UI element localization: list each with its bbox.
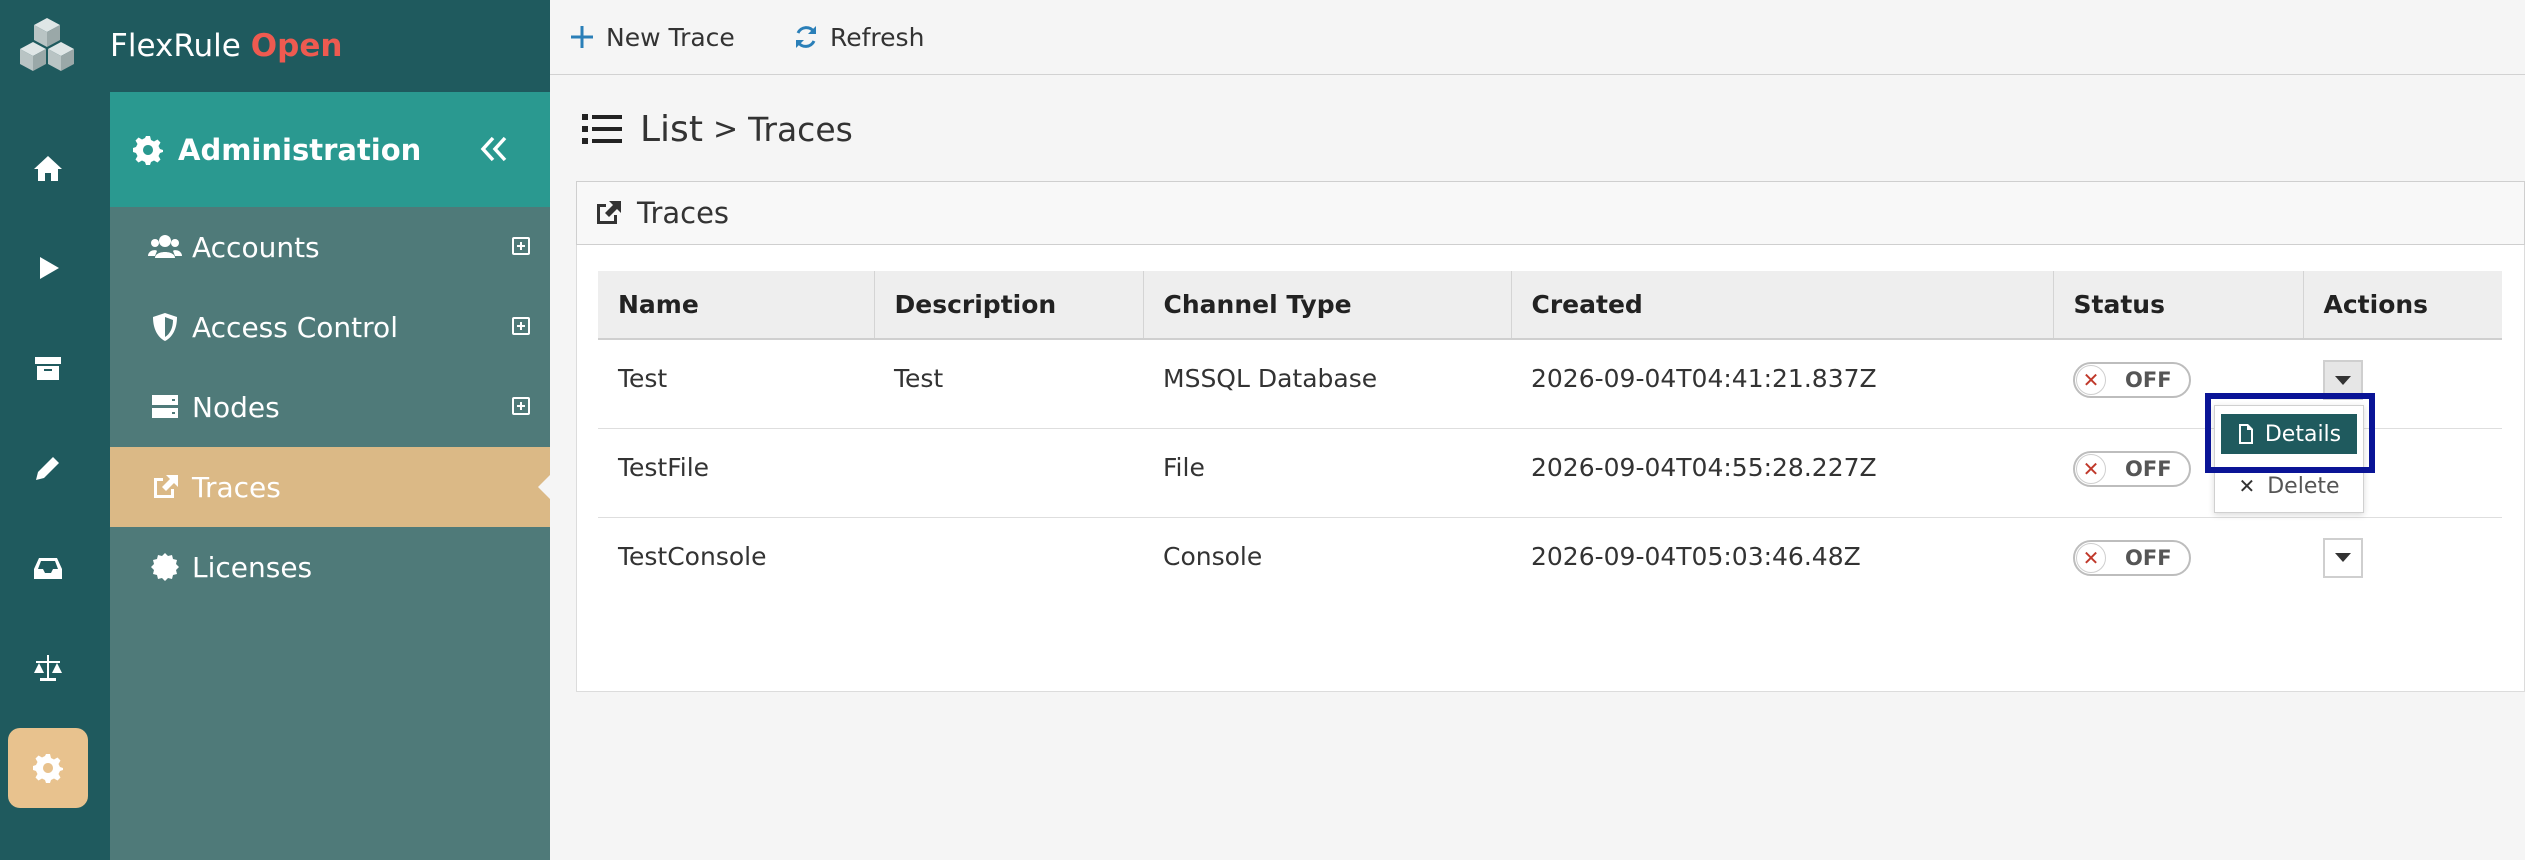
external-link-icon [597,201,621,224]
details-menu-item[interactable]: Details [2221,414,2357,454]
sidebar-item-label: Licenses [192,550,313,584]
sidebar-title: Administration [178,132,422,167]
toggle-label: OFF [2125,456,2172,481]
traces-panel-header: Traces [576,181,2525,245]
rail-home-button[interactable] [8,128,88,208]
table-header-row: Name Description Channel Type Created St… [598,271,2502,340]
cell-status: ✕ OFF [2053,517,2303,606]
server-icon [152,395,178,418]
toggle-off-icon: ✕ [2076,453,2106,484]
scale-icon [34,655,62,681]
cell-actions [2303,517,2502,606]
expand-nodes-icon[interactable] [512,397,530,415]
page-title-text: List [640,108,703,150]
column-header-name[interactable]: Name [598,271,875,340]
shield-icon [153,313,177,341]
admin-sidebar: Administration Accounts Access Control N… [110,92,550,860]
flexrule-logo-icon [20,18,74,71]
external-link-icon [154,475,178,498]
new-trace-label: New Trace [606,22,735,52]
rail-edit-button[interactable] [8,428,88,508]
sidebar-item-label: Traces [192,470,281,504]
actions-dropdown-button[interactable] [2323,537,2363,578]
close-icon: ✕ [2238,474,2256,498]
caret-down-icon [2335,375,2351,385]
plus-icon [571,26,593,48]
actions-dropdown-menu: Details ✕ Delete [2214,405,2364,513]
pencil-icon [36,457,59,480]
sidebar-item-label: Nodes [192,390,280,424]
column-header-actions: Actions [2303,271,2502,340]
cell-name: Test [598,339,874,429]
delete-menu-item[interactable]: ✕ Delete [2221,466,2357,506]
panel-title: Traces [637,196,730,230]
users-icon [148,235,182,258]
icon-rail [0,0,110,860]
sidebar-header: Administration [110,92,550,207]
table-row: TestConsole Console 2026-09-04T05:03:46.… [598,517,2502,606]
cell-created: 2026-09-04T04:55:28.227Z [1511,428,2053,518]
cell-description [874,517,1143,606]
delete-label: Delete [2267,473,2340,499]
status-toggle[interactable]: ✕ OFF [2073,539,2191,576]
toggle-label: OFF [2125,368,2172,392]
rail-inbox-button[interactable] [8,528,88,608]
cell-name: TestConsole [618,541,767,571]
rail-balance-button[interactable] [8,628,88,708]
refresh-label: Refresh [830,22,925,52]
list-icon [582,114,622,144]
details-label: Details [2264,421,2342,447]
rail-settings-button[interactable] [8,728,88,808]
gear-icon [33,754,63,783]
status-toggle[interactable]: ✕ OFF [2073,362,2191,398]
brand-header: FlexRule Open [110,0,550,92]
breadcrumb-separator: > [712,111,739,147]
cell-created: 2026-09-04T05:03:46.48Z [1531,541,1861,571]
sidebar-item-label: Access Control [192,310,398,344]
toolbar: New Trace Refresh [550,0,2525,75]
sidebar-item-accounts[interactable]: Accounts [110,207,550,287]
cell-created: 2026-09-04T04:41:21.837Z [1511,339,2053,429]
column-header-description[interactable]: Description [874,271,1144,340]
cell-name: TestFile [598,428,874,518]
cell-description: Test [874,339,1143,429]
sidebar-item-nodes[interactable]: Nodes [110,367,550,447]
rail-run-button[interactable] [8,228,88,308]
brand-accent: Open [250,28,343,64]
toggle-off-icon: ✕ [2076,542,2106,573]
file-icon [2238,424,2253,444]
status-toggle[interactable]: ✕ OFF [2073,450,2191,487]
toggle-label: OFF [2125,545,2172,570]
archive-icon [35,357,61,380]
column-header-channel-type[interactable]: Channel Type [1143,271,1512,340]
cell-channel-type: File [1143,428,1511,518]
toggle-off-icon: ✕ [2076,365,2106,395]
column-header-status[interactable]: Status [2053,271,2304,340]
cell-description [874,428,1143,518]
page-title: List > Traces [582,102,853,156]
sidebar-item-label: Accounts [192,230,320,264]
expand-accounts-icon[interactable] [512,237,530,255]
brand-name: FlexRule [110,28,241,64]
caret-down-icon [2335,553,2351,562]
sidebar-item-access-control[interactable]: Access Control [110,287,550,367]
refresh-button[interactable]: Refresh [792,18,924,56]
cell-channel-type: MSSQL Database [1143,339,1511,429]
column-header-created[interactable]: Created [1511,271,2054,340]
expand-access-control-icon[interactable] [512,317,530,335]
rail-archive-button[interactable] [8,328,88,408]
home-icon [34,156,62,181]
sidebar-item-licenses[interactable]: Licenses [110,527,550,607]
play-icon [40,257,59,279]
collapse-sidebar-icon[interactable] [476,132,510,166]
breadcrumb-traces: Traces [748,109,853,149]
inbox-icon [34,558,62,579]
sidebar-item-traces[interactable]: Traces [110,447,550,527]
refresh-icon [796,26,816,48]
certificate-icon [151,553,179,581]
actions-dropdown-button[interactable] [2323,360,2363,400]
new-trace-button[interactable]: New Trace [568,18,735,56]
cell-channel-type: Console [1163,541,1263,571]
gear-icon [133,135,163,165]
